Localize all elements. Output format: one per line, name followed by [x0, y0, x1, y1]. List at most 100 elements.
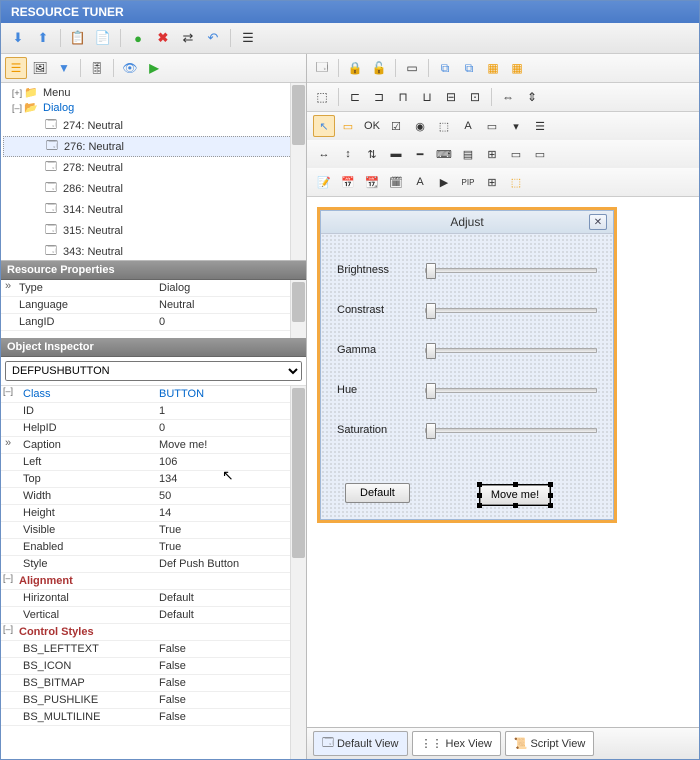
- date-icon[interactable]: 📅: [337, 171, 359, 193]
- inspector-row[interactable]: BS_ICONFalse: [1, 658, 306, 675]
- find-icon[interactable]: 👁: [119, 57, 141, 79]
- grid2-icon[interactable]: ▦: [506, 57, 528, 79]
- pip-icon[interactable]: PIP: [457, 171, 479, 193]
- inspector-row[interactable]: VisibleTrue: [1, 522, 306, 539]
- scrollbar[interactable]: [290, 83, 306, 260]
- scrollbar[interactable]: [290, 280, 306, 338]
- tree-icon[interactable]: ⊞: [481, 143, 503, 165]
- win2-icon[interactable]: ⧉: [458, 57, 480, 79]
- list-icon[interactable]: ☰: [237, 27, 259, 49]
- inspector-row[interactable]: [–]Control Styles: [1, 624, 306, 641]
- tree-item[interactable]: 🗔315: Neutral: [3, 220, 304, 241]
- center-h-icon[interactable]: ⊟: [440, 86, 462, 108]
- inspector-row[interactable]: Top134: [1, 471, 306, 488]
- view-tab[interactable]: 📜Script View: [505, 731, 595, 756]
- space-h-icon[interactable]: ⇔: [497, 86, 519, 108]
- slider-knob[interactable]: [426, 263, 436, 279]
- new-dialog-icon[interactable]: 🗔: [311, 57, 333, 79]
- progress-icon[interactable]: ▬: [385, 143, 407, 165]
- tree-item[interactable]: 🗔343: Neutral: [3, 241, 304, 261]
- undo-icon[interactable]: ↶: [202, 27, 224, 49]
- swap-icon[interactable]: ⇄: [177, 27, 199, 49]
- tree-item[interactable]: 🗔314: Neutral: [3, 199, 304, 220]
- inspector-row[interactable]: [–]ClassBUTTON: [1, 386, 306, 403]
- inspector-row[interactable]: [–]Alignment: [1, 573, 306, 590]
- filter-icon[interactable]: ▼: [53, 57, 75, 79]
- center-v-icon[interactable]: ⊡: [464, 86, 486, 108]
- property-row[interactable]: LanguageNeutral: [1, 297, 306, 314]
- spin-icon[interactable]: ⇅: [361, 143, 383, 165]
- inspector-row[interactable]: Left106: [1, 454, 306, 471]
- month-icon[interactable]: 📆: [361, 171, 383, 193]
- inspector-row[interactable]: VerticalDefault: [1, 607, 306, 624]
- slider-knob[interactable]: [426, 383, 436, 399]
- space-v-icon[interactable]: ⇕: [521, 86, 543, 108]
- static-icon[interactable]: A: [457, 115, 479, 137]
- down-arrow-icon[interactable]: ⬇: [7, 27, 29, 49]
- find-next-icon[interactable]: ▶: [143, 57, 165, 79]
- inspector-row[interactable]: Width50: [1, 488, 306, 505]
- radio-icon[interactable]: ◉: [409, 115, 431, 137]
- inspector-row[interactable]: BS_MULTILINEFalse: [1, 709, 306, 726]
- inspector-row[interactable]: »CaptionMove me!: [1, 437, 306, 454]
- lock-icon[interactable]: 🔒: [344, 57, 366, 79]
- win1-icon[interactable]: ⧉: [434, 57, 456, 79]
- view-tab[interactable]: ⋮⋮Hex View: [412, 731, 501, 756]
- vscroll-icon[interactable]: ↕: [337, 143, 359, 165]
- cal-icon[interactable]: 🗓: [385, 171, 407, 193]
- check-icon[interactable]: ☑: [385, 115, 407, 137]
- hotkey-icon[interactable]: ⌨: [433, 143, 455, 165]
- unlock-icon[interactable]: 🔓: [368, 57, 390, 79]
- slider-track[interactable]: [425, 428, 597, 433]
- object-select[interactable]: DEFPUSHBUTTON: [5, 361, 302, 381]
- tree-item[interactable]: 🗔278: Neutral: [3, 157, 304, 178]
- unknown-icon[interactable]: ⬚: [505, 171, 527, 193]
- ip-icon[interactable]: A: [409, 171, 431, 193]
- tune-icon[interactable]: 🎚: [86, 57, 108, 79]
- paste-icon[interactable]: 📄: [92, 27, 114, 49]
- align-left-icon[interactable]: ⊏: [344, 86, 366, 108]
- slider-track[interactable]: [425, 268, 597, 273]
- inspector-row[interactable]: BS_PUSHLIKEFalse: [1, 692, 306, 709]
- slider-track[interactable]: [425, 348, 597, 353]
- tree-item[interactable]: [+]📁Menu: [3, 85, 304, 100]
- copy-icon[interactable]: 📋: [67, 27, 89, 49]
- animate-icon[interactable]: ▶: [433, 171, 455, 193]
- inspector-row[interactable]: EnabledTrue: [1, 539, 306, 556]
- close-icon[interactable]: ✕: [589, 214, 607, 230]
- page-icon[interactable]: ▭: [401, 57, 423, 79]
- header-icon[interactable]: ▭: [529, 143, 551, 165]
- slider-track[interactable]: [425, 388, 597, 393]
- scrollbar[interactable]: [290, 386, 306, 759]
- dialog-preview[interactable]: Adjust ✕ Default Move me!: [320, 210, 614, 520]
- combo-icon[interactable]: ▾: [505, 115, 527, 137]
- pointer-icon[interactable]: ↖: [313, 115, 335, 137]
- inspector-grid[interactable]: [–]ClassBUTTONID1HelpID0»CaptionMove me!…: [1, 386, 306, 759]
- inspector-row[interactable]: ID1: [1, 403, 306, 420]
- image-view-icon[interactable]: 🖼: [29, 57, 51, 79]
- align-top-icon[interactable]: ⊓: [392, 86, 414, 108]
- inspector-row[interactable]: BS_BITMAPFalse: [1, 675, 306, 692]
- resource-props-grid[interactable]: »TypeDialogLanguageNeutralLangID0: [1, 280, 306, 338]
- tree-item[interactable]: 🗔274: Neutral: [3, 115, 304, 136]
- property-row[interactable]: LangID0: [1, 314, 306, 331]
- dialog-canvas[interactable]: Adjust ✕ Default Move me!: [307, 197, 699, 727]
- delete-icon[interactable]: ✖: [152, 27, 174, 49]
- rect-icon[interactable]: ▭: [337, 115, 359, 137]
- property-row[interactable]: »TypeDialog: [1, 280, 306, 297]
- resource-tree[interactable]: [+]📁Menu[–]📂Dialog🗔274: Neutral🗔276: Neu…: [1, 83, 306, 261]
- add-icon[interactable]: ●: [127, 27, 149, 49]
- hscroll-icon[interactable]: ↔: [313, 143, 335, 165]
- richedit-icon[interactable]: 📝: [313, 171, 335, 193]
- slider-knob[interactable]: [426, 303, 436, 319]
- align-bottom-icon[interactable]: ⊔: [416, 86, 438, 108]
- edit-icon[interactable]: ▭: [481, 115, 503, 137]
- move-me-button[interactable]: Move me!: [480, 485, 550, 505]
- selected-control[interactable]: Move me!: [479, 484, 551, 506]
- grid1-icon[interactable]: ▦: [482, 57, 504, 79]
- inspector-row[interactable]: BS_LEFTTEXTFalse: [1, 641, 306, 658]
- tree-view-icon[interactable]: ☰: [5, 57, 27, 79]
- align-right-icon[interactable]: ⊐: [368, 86, 390, 108]
- list-icon[interactable]: ▤: [457, 143, 479, 165]
- inspector-row[interactable]: StyleDef Push Button: [1, 556, 306, 573]
